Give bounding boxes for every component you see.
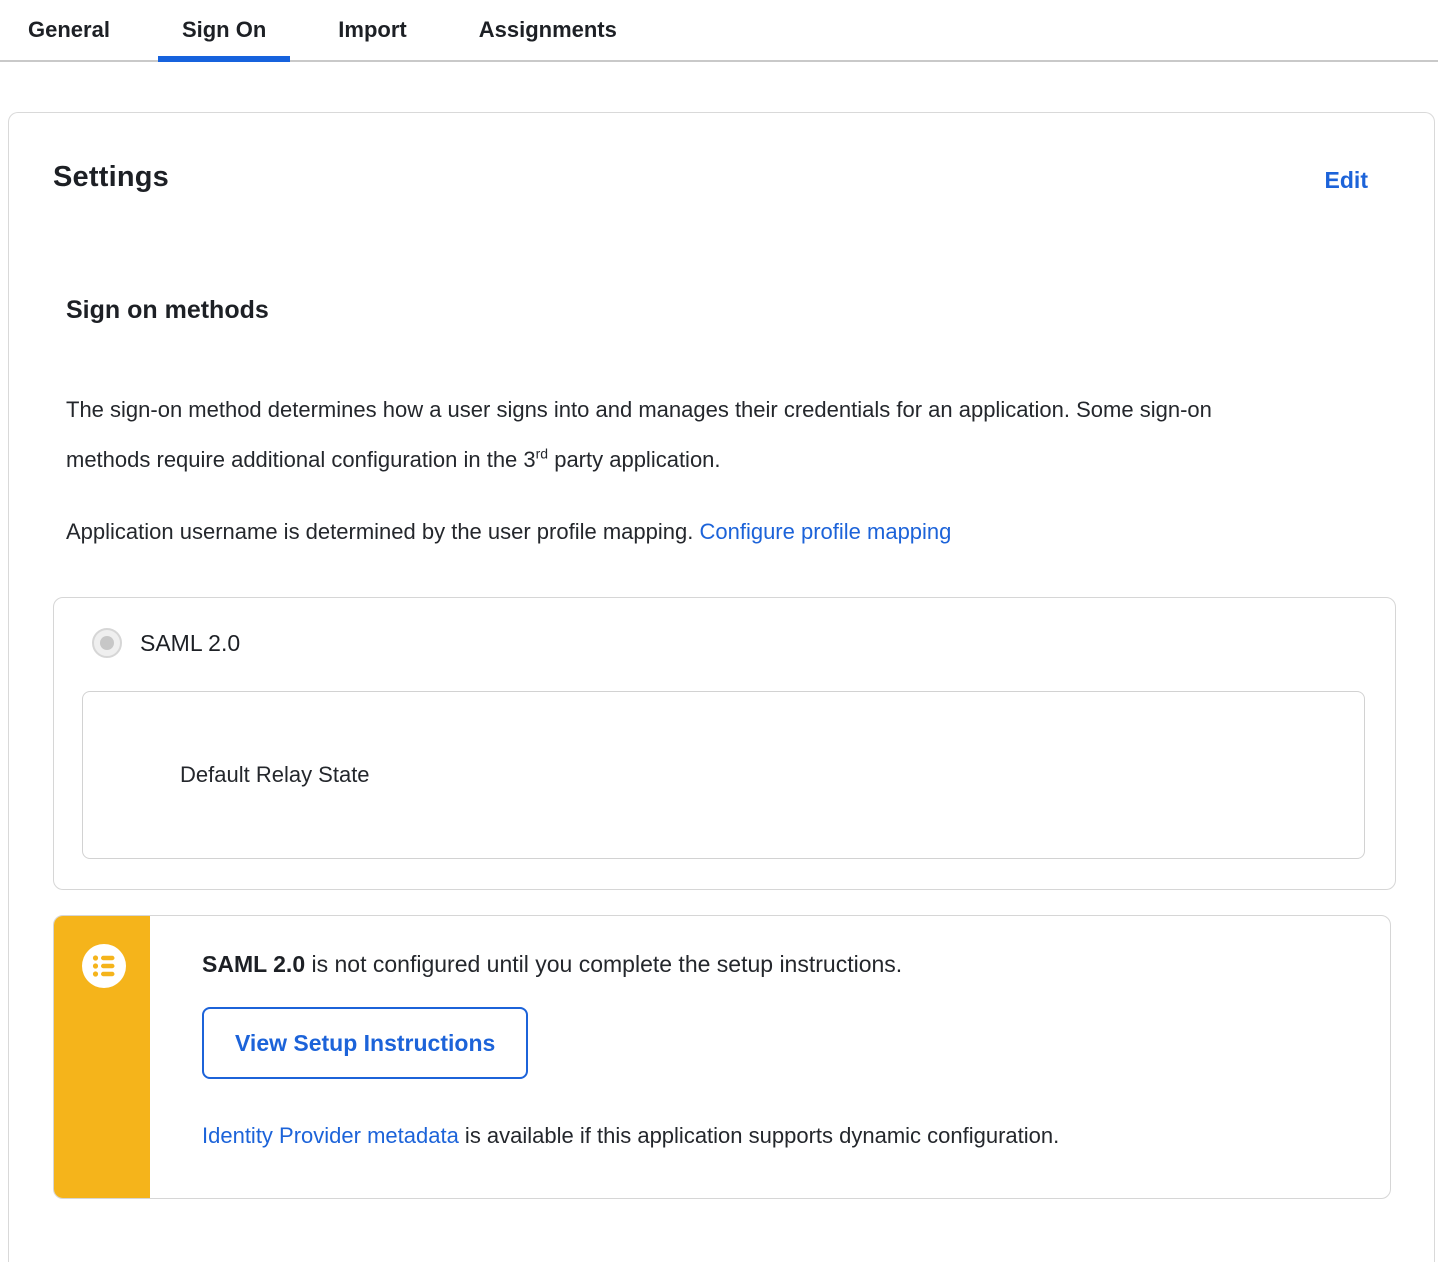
edit-button[interactable]: Edit [1325,167,1368,194]
identity-provider-metadata-link[interactable]: Identity Provider metadata [202,1123,459,1148]
default-relay-state-field: Default Relay State [82,691,1365,859]
page-title: Settings [53,161,169,193]
app-tab-bar: General Sign On Import Assignments [0,0,1438,62]
tab-import[interactable]: Import [314,0,430,60]
tab-assignments[interactable]: Assignments [455,0,641,60]
radio-dot [100,636,114,650]
saml-radio-button[interactable] [92,628,122,658]
application-username-text: Application username is determined by th… [66,519,700,544]
configure-profile-mapping-link[interactable]: Configure profile mapping [699,519,951,544]
callout-message: SAML 2.0 is not configured until you com… [202,949,1350,979]
tab-sign-on[interactable]: Sign On [157,0,291,62]
sign-on-methods-description: The sign-on method determines how a user… [66,385,1301,485]
application-username-line: Application username is determined by th… [66,507,1390,557]
default-relay-state-label: Default Relay State [180,762,370,787]
saml-method-panel: SAML 2.0 Default Relay State [53,597,1396,890]
settings-card: Settings Edit Sign on methods The sign-o… [8,112,1435,1262]
description-text-tail: party application. [548,447,721,472]
callout-message-rest: is not configured until you complete the… [305,951,903,977]
view-setup-instructions-button[interactable]: View Setup Instructions [202,1007,529,1079]
saml-setup-callout: SAML 2.0 is not configured until you com… [53,915,1391,1199]
callout-message-bold: SAML 2.0 [202,951,306,977]
callout-footer-rest: is available if this application support… [458,1123,1060,1148]
settings-card-header: Settings Edit [53,161,1390,194]
saml-radio-label: SAML 2.0 [140,629,241,656]
callout-footer: Identity Provider metadata is available … [202,1121,1350,1151]
tab-general[interactable]: General [4,0,134,60]
saml-radio-row: SAML 2.0 [82,628,1365,658]
ordinal-superscript: rd [535,445,549,462]
sign-on-methods-heading: Sign on methods [66,296,269,324]
setup-instructions-icon [81,943,127,994]
